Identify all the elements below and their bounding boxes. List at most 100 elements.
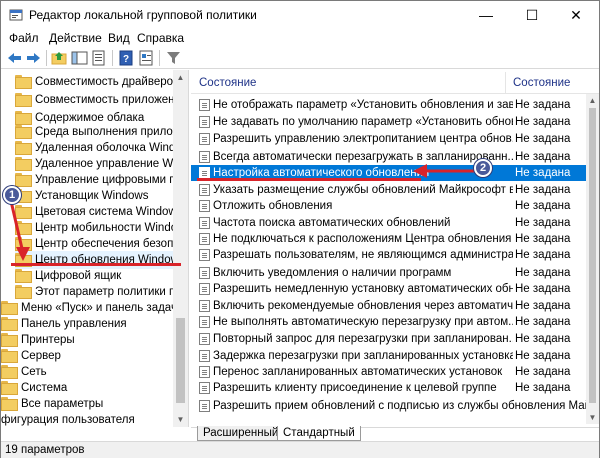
- policy-setting-icon: [199, 217, 210, 229]
- folder-icon: [1, 301, 18, 315]
- tree-item-user-config[interactable]: фигурация пользователя: [1, 411, 135, 427]
- svg-text:?: ?: [123, 54, 129, 65]
- window-title: Редактор локальной групповой политики: [29, 8, 257, 22]
- setting-name: Отложить обновления: [213, 200, 333, 212]
- setting-row[interactable]: Разрешать пользователям, не являющимся а…: [191, 247, 586, 263]
- setting-row[interactable]: Всегда автоматически перезагружать в зап…: [191, 149, 586, 165]
- setting-state: Не задана: [515, 133, 571, 145]
- tab-extended[interactable]: Расширенный: [197, 426, 285, 441]
- folder-icon: [15, 111, 32, 125]
- back-icon[interactable]: [6, 50, 23, 66]
- policy-setting-icon: [199, 133, 210, 145]
- properties-icon[interactable]: [138, 50, 155, 66]
- policy-setting-icon: [199, 382, 210, 394]
- annotation-badge-1: 1: [3, 186, 21, 204]
- menu-action[interactable]: Действие: [49, 31, 102, 45]
- scroll-down-icon[interactable]: ▼: [586, 411, 599, 424]
- help-icon[interactable]: ?: [118, 50, 135, 66]
- policy-setting-icon: [199, 184, 210, 196]
- filter-icon[interactable]: [165, 50, 182, 66]
- folder-icon: [1, 317, 18, 331]
- tab-standard[interactable]: Стандартный: [277, 426, 361, 441]
- tree-item[interactable]: Совместимость драйверов и: [15, 73, 188, 91]
- folder-icon: [15, 125, 32, 139]
- setting-row[interactable]: Не задавать по умолчанию параметр «Устан…: [191, 114, 586, 130]
- setting-row[interactable]: Разрешить клиенту присоединение к целево…: [191, 380, 586, 396]
- setting-row[interactable]: Задержка перезагрузки при запланированны…: [191, 348, 586, 364]
- menu-help[interactable]: Справка: [137, 31, 184, 45]
- setting-state: Не задана: [515, 316, 571, 328]
- show-hide-tree-icon[interactable]: [71, 50, 88, 66]
- folder-icon: [1, 397, 18, 411]
- scroll-up-icon[interactable]: ▲: [586, 94, 599, 107]
- setting-row[interactable]: Разрешить немедленную установку автомати…: [191, 281, 586, 297]
- setting-row[interactable]: Частота поиска автоматических обновлений…: [191, 215, 586, 231]
- setting-state: Не задана: [515, 167, 571, 179]
- setting-state: Не задана: [515, 184, 571, 196]
- scroll-thumb[interactable]: [176, 318, 185, 403]
- annotation-underline-tree: [11, 263, 181, 266]
- setting-state: Не задана: [515, 333, 571, 345]
- annotation-badge-2: 2: [474, 159, 492, 177]
- scroll-down-icon[interactable]: ▼: [173, 412, 188, 427]
- setting-row[interactable]: Перенос запланированных автоматических у…: [191, 364, 586, 380]
- list-header: Состояние Состояние: [191, 72, 599, 94]
- folder-icon: [1, 349, 18, 363]
- setting-row[interactable]: Повторный запрос для перезагрузки при за…: [191, 331, 586, 347]
- folder-icon: [1, 381, 18, 395]
- up-folder-icon[interactable]: [51, 50, 68, 66]
- tree-item[interactable]: Совместимость приложений: [15, 91, 187, 109]
- setting-name: Включить рекомендуемые обновления через …: [213, 300, 513, 312]
- setting-row[interactable]: Разрешить прием обновлений с подписью из…: [191, 398, 586, 414]
- policy-setting-icon: [199, 366, 210, 378]
- export-list-icon[interactable]: [91, 50, 108, 66]
- setting-name: Не отображать параметр «Установить обнов…: [213, 99, 513, 111]
- setting-row[interactable]: Разрешить управлению электропитанием цен…: [191, 131, 586, 147]
- setting-state: Не задана: [515, 366, 571, 378]
- setting-row[interactable]: Не подключаться к расположениям Центра о…: [191, 231, 586, 247]
- setting-row[interactable]: Отложить обновления Не задана: [191, 198, 586, 214]
- policy-setting-icon: [199, 283, 210, 295]
- tree-scrollbar[interactable]: ▲ ▼: [173, 70, 188, 427]
- status-text: 19 параметров: [5, 444, 85, 456]
- setting-name: Разрешить клиенту присоединение к целево…: [213, 382, 497, 394]
- setting-name: Повторный запрос для перезагрузки при за…: [213, 333, 513, 345]
- setting-row[interactable]: Не отображать параметр «Установить обнов…: [191, 97, 586, 113]
- setting-state: Не задана: [515, 283, 571, 295]
- column-header-state[interactable]: Состояние: [513, 77, 570, 89]
- policy-setting-icon: [199, 116, 210, 128]
- policy-setting-icon: [199, 151, 210, 163]
- setting-row[interactable]: Указать размещение службы обновлений Май…: [191, 182, 586, 198]
- setting-state: Не задана: [515, 217, 571, 229]
- menu-file[interactable]: Файл: [9, 31, 39, 45]
- setting-row[interactable]: Включить рекомендуемые обновления через …: [191, 298, 586, 314]
- setting-row[interactable]: Не выполнять автоматическую перезагрузку…: [191, 314, 586, 330]
- menu-view[interactable]: Вид: [108, 31, 130, 45]
- setting-name: Частота поиска автоматических обновлений: [213, 217, 451, 229]
- scroll-up-icon[interactable]: ▲: [173, 70, 188, 85]
- forward-icon[interactable]: [25, 50, 42, 66]
- title-bar: Редактор локальной групповой политики — …: [1, 1, 599, 29]
- view-tabs: Расширенный Стандартный: [191, 426, 599, 441]
- menu-bar: Файл Действие Вид Справка: [1, 29, 599, 47]
- setting-row[interactable]: Включить уведомления о наличии программ Н…: [191, 265, 586, 281]
- setting-name: Включить уведомления о наличии программ: [213, 267, 452, 279]
- folder-icon: [15, 285, 32, 299]
- column-header-name[interactable]: Состояние: [199, 77, 256, 89]
- setting-state: Не задана: [515, 233, 571, 245]
- status-bar: 19 параметров: [1, 441, 599, 458]
- policy-setting-icon: [199, 200, 210, 212]
- setting-name: Перенос запланированных автоматических у…: [213, 366, 503, 378]
- folder-icon: [15, 93, 32, 107]
- setting-name: Не задавать по умолчанию параметр «Устан…: [213, 116, 513, 128]
- maximize-button[interactable]: ☐: [509, 1, 555, 29]
- policy-setting-icon: [199, 249, 210, 261]
- close-button[interactable]: ✕: [553, 1, 599, 29]
- policy-setting-icon: [199, 300, 210, 312]
- setting-name: Разрешать пользователям, не являющимся а…: [213, 249, 513, 261]
- setting-name: Разрешить немедленную установку автомати…: [213, 283, 513, 295]
- minimize-button[interactable]: —: [463, 1, 509, 29]
- folder-icon: [15, 141, 32, 155]
- list-scrollbar[interactable]: ▲ ▼: [586, 94, 599, 424]
- scroll-thumb[interactable]: [589, 108, 596, 403]
